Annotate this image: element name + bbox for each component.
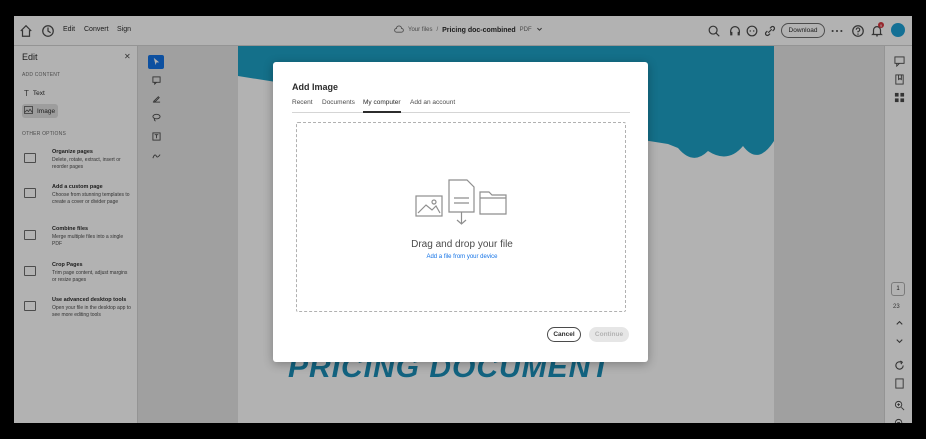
cancel-button[interactable]: Cancel — [547, 327, 581, 342]
tab-recent[interactable]: Recent — [292, 99, 313, 113]
tab-my-computer[interactable]: My computer — [363, 99, 401, 113]
file-drop-zone[interactable]: Drag and drop your file Add a file from … — [296, 122, 626, 312]
dialog-title: Add Image — [292, 82, 339, 92]
upload-illustration — [415, 179, 507, 225]
app-window: Edit Convert Sign Your files / Pricing d… — [14, 16, 912, 423]
add-file-link[interactable]: Add a file from your device — [297, 254, 627, 260]
continue-button[interactable]: Continue — [589, 327, 629, 342]
folder-icon — [479, 191, 507, 215]
add-image-dialog: Add Image Recent Documents My computer A… — [273, 62, 648, 362]
tab-add-account[interactable]: Add an account — [410, 99, 455, 113]
dialog-tabs: Recent Documents My computer Add an acco… — [292, 99, 630, 113]
drop-instruction: Drag and drop your file — [411, 239, 513, 250]
tab-documents[interactable]: Documents — [322, 99, 355, 113]
document-download-icon — [448, 179, 475, 225]
image-file-icon — [415, 195, 443, 217]
